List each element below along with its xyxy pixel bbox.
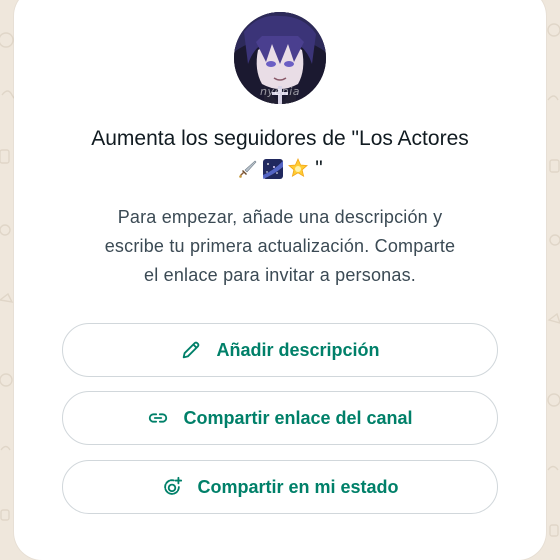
add-description-label: Añadir descripción xyxy=(216,339,380,360)
avatar-watermark: nyenia xyxy=(259,85,301,98)
dagger-emoji xyxy=(237,158,259,180)
description-line: Para empezar, añade una descripción y xyxy=(117,207,443,227)
channel-avatar[interactable]: nyenia xyxy=(234,12,326,104)
pencil-icon xyxy=(180,339,202,361)
status-add-icon xyxy=(161,476,183,498)
promo-title-line: Aumenta los seguidores de "Los Actores xyxy=(91,127,469,150)
share-to-status-label: Compartir en mi estado xyxy=(197,476,399,497)
share-channel-link-button[interactable]: Compartir enlace del canal xyxy=(62,391,498,445)
description-line: escribe tu primera actualización. Compar… xyxy=(104,236,456,256)
promo-title-close-quote: " xyxy=(315,157,323,180)
description-line: el enlace para invitar a personas. xyxy=(144,265,416,285)
share-to-status-button[interactable]: Compartir en mi estado xyxy=(62,460,498,514)
add-description-button[interactable]: Añadir descripción xyxy=(62,323,498,377)
share-channel-link-label: Compartir enlace del canal xyxy=(183,407,413,428)
link-icon xyxy=(147,407,169,429)
promo-description: Para empezar, añade una descripción y es… xyxy=(60,203,500,290)
milky-way-emoji xyxy=(262,158,284,180)
glowing-star-emoji xyxy=(287,158,309,180)
promo-title-emoji-line: " xyxy=(0,154,560,184)
promo-title: Aumenta los seguidores de "Los Actores " xyxy=(0,124,560,184)
